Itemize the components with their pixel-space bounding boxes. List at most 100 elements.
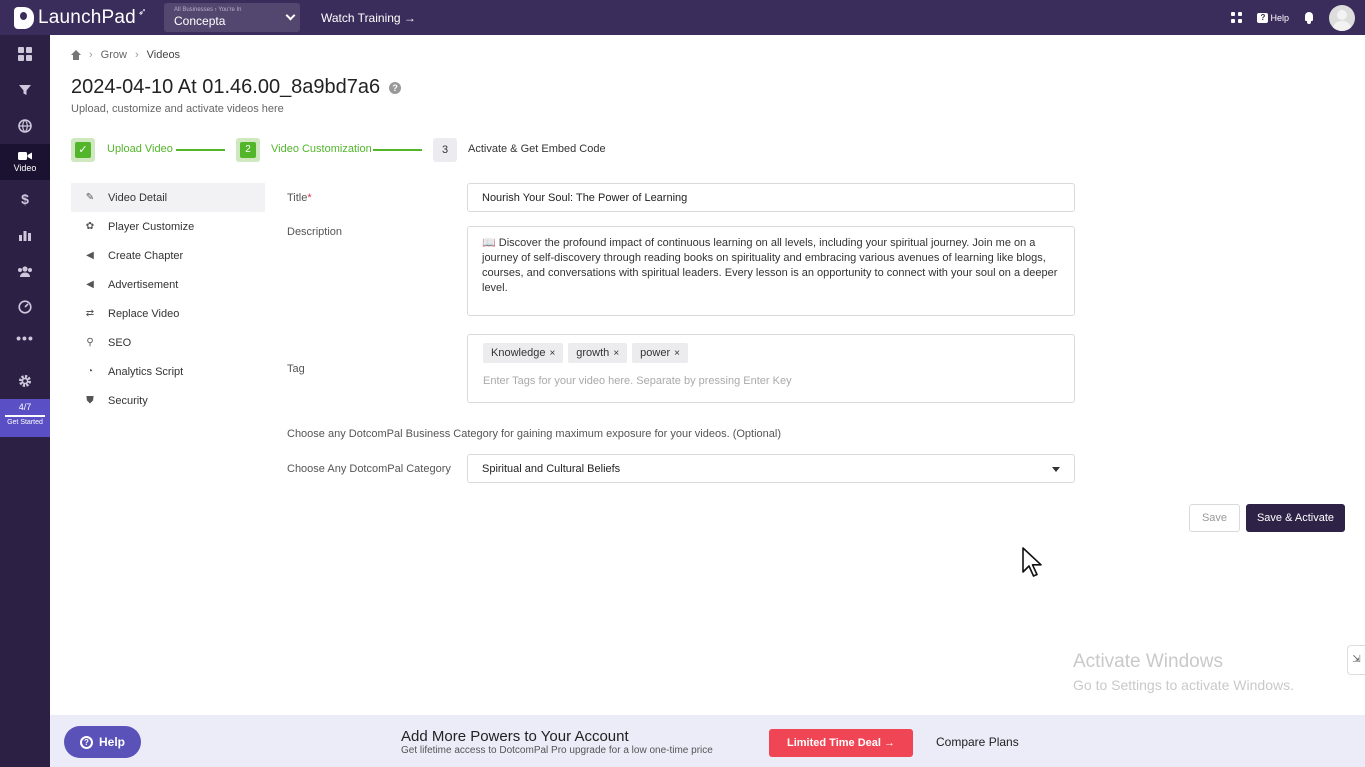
menu-seo[interactable]: ⚲ SEO [71, 328, 265, 357]
funnel-icon [19, 85, 31, 95]
step-2-number: 2 [240, 142, 256, 158]
tag-text: growth [576, 347, 610, 359]
tag-label: Tag [287, 363, 305, 375]
settings-nav[interactable] [0, 363, 50, 399]
menu-analytics-script[interactable]: ◔ Analytics Script [71, 357, 265, 386]
megaphone-icon: ◀ [86, 278, 94, 290]
step-3-label[interactable]: Activate & Get Embed Code [468, 143, 606, 155]
menu-replace-video[interactable]: ⇄ Replace Video [71, 299, 265, 328]
breadcrumb-separator: › [134, 49, 139, 61]
breadcrumb-grow[interactable]: Grow [101, 49, 127, 61]
tag-chip: power × [632, 343, 688, 363]
video-nav[interactable]: Video [0, 144, 50, 180]
menu-player-customize[interactable]: ✿ Player Customize [71, 212, 265, 241]
business-crumb: All Businesses › You're In [174, 7, 242, 13]
dashboard-icon [18, 47, 32, 61]
help-chat-label: Help [98, 735, 125, 749]
page-subtitle: Upload, customize and activate videos he… [71, 103, 284, 115]
compare-plans-link[interactable]: Compare Plans [936, 735, 1019, 749]
title-label: Title* [287, 192, 312, 204]
close-icon[interactable]: × [674, 348, 680, 359]
business-selector[interactable]: All Businesses › You're In Concepta [164, 3, 300, 32]
description-field[interactable]: 📖 Discover the profound impact of contin… [467, 226, 1075, 316]
page-title-text: 2024-04-10 At 01.46.00_8a9bd7a6 [71, 76, 381, 98]
breadcrumb: › Grow › Videos [71, 49, 180, 61]
menu-item-label: Replace Video [108, 307, 180, 320]
shield-icon: ⛊ [86, 394, 94, 406]
category-label: Choose Any DotcomPal Category [287, 463, 451, 475]
more-nav[interactable]: ••• [0, 320, 50, 356]
title-field[interactable]: Nourish Your Soul: The Power of Learning [467, 183, 1075, 212]
step-1-badge[interactable]: ✓ [71, 138, 95, 162]
apps-grid-icon[interactable] [1231, 11, 1243, 24]
page-title: 2024-04-10 At 01.46.00_8a9bd7a6 ? [71, 76, 402, 99]
megaphone-icon: ◀ [86, 249, 94, 261]
close-icon[interactable]: × [613, 348, 619, 359]
menu-video-detail[interactable]: ✎ Video Detail [71, 183, 265, 212]
users-icon [18, 266, 32, 277]
bell-icon[interactable] [1303, 11, 1315, 24]
step-1-label[interactable]: Upload Video [107, 143, 173, 155]
more-dots-icon: ••• [16, 330, 34, 346]
websites-nav[interactable] [0, 108, 50, 144]
top-bar: LaunchPad ➶ All Businesses › You're In C… [0, 0, 1365, 35]
rocket-icon: ➶ [137, 7, 147, 18]
menu-create-chapter[interactable]: ◀ Create Chapter [71, 241, 265, 270]
close-icon[interactable]: × [549, 348, 555, 359]
step-2-label[interactable]: Video Customization [271, 143, 372, 155]
avatar[interactable] [1329, 4, 1355, 31]
get-started-label: Get Started [7, 419, 43, 426]
speedometer-icon [18, 300, 32, 314]
analytics-nav[interactable] [0, 217, 50, 253]
step-3-badge[interactable]: 3 [433, 138, 457, 162]
activate-windows-title: Activate Windows [1073, 651, 1223, 672]
palette-icon: ✿ [85, 220, 95, 232]
menu-advertisement[interactable]: ◀ Advertisement [71, 270, 265, 299]
edit-icon: ✎ [85, 191, 95, 203]
video-camera-icon [18, 152, 32, 160]
dashboard-nav[interactable] [0, 36, 50, 72]
bar-chart-icon [19, 231, 31, 241]
contacts-nav[interactable] [0, 253, 50, 289]
breadcrumb-videos[interactable]: Videos [147, 49, 180, 61]
tag-field[interactable]: Knowledge × growth × power × Enter Tags … [467, 334, 1075, 403]
video-settings-menu: ✎ Video Detail ✿ Player Customize ◀ Crea… [71, 183, 265, 415]
promo-title: Add More Powers to Your Account [401, 728, 629, 745]
watch-training-link[interactable]: Watch Training → [321, 11, 416, 25]
business-name: Concepta [174, 14, 226, 28]
search-icon: ⚲ [86, 336, 94, 348]
caret-down-icon [1052, 467, 1060, 472]
menu-security[interactable]: ⛊ Security [71, 386, 265, 415]
step-2-badge[interactable]: 2 [236, 138, 260, 162]
menu-item-label: Create Chapter [108, 249, 184, 262]
help-chat-button[interactable]: ? Help [64, 726, 141, 758]
upgrade-banner: ? Help Add More Powers to Your Account G… [50, 715, 1365, 767]
logo-text: LaunchPad [38, 6, 136, 28]
save-activate-button[interactable]: Save & Activate [1246, 504, 1345, 532]
launchpad-logo[interactable]: LaunchPad ➶ [14, 6, 154, 29]
video-nav-label: Video [13, 163, 37, 173]
tag-text: power [640, 347, 671, 359]
step-3-number: 3 [441, 144, 449, 156]
mouse-cursor-icon [1022, 547, 1042, 577]
left-sidebar: Video $ ••• 4/7 Get Started [0, 35, 50, 767]
save-button[interactable]: Save [1189, 504, 1240, 532]
category-select[interactable]: Spiritual and Cultural Beliefs [467, 454, 1075, 483]
side-expand-icon[interactable]: ⇲ [1347, 645, 1365, 675]
gear-icon [19, 375, 31, 387]
help-label: Help [1270, 12, 1289, 23]
home-icon[interactable] [71, 50, 81, 60]
get-started-widget[interactable]: 4/7 Get Started [0, 399, 50, 437]
help-circle-icon[interactable]: ? [389, 81, 402, 94]
limited-time-deal-button[interactable]: Limited Time Deal → [769, 729, 913, 757]
title-label-text: Title [287, 192, 308, 204]
category-note: Choose any DotcomPal Business Category f… [287, 428, 782, 440]
question-icon: ? [1257, 12, 1269, 23]
question-circle-icon: ? [79, 735, 93, 749]
funnel-nav[interactable] [0, 72, 50, 108]
step-connector [373, 149, 422, 151]
logo-icon [14, 6, 34, 29]
tag-input-placeholder[interactable]: Enter Tags for your video here. Separate… [483, 375, 1059, 387]
help-button[interactable]: ? Help [1257, 12, 1289, 23]
payments-nav[interactable]: $ [0, 181, 50, 217]
